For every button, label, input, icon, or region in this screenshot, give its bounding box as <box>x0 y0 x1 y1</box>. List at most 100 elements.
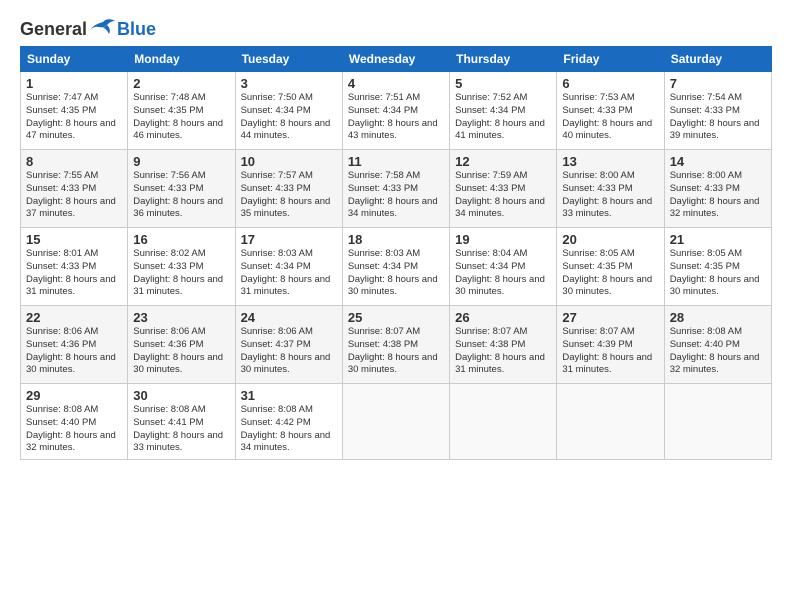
calendar-day-cell <box>557 384 664 460</box>
day-info: Sunrise: 7:54 AMSunset: 4:33 PMDaylight:… <box>670 92 760 141</box>
day-info: Sunrise: 8:00 AMSunset: 4:33 PMDaylight:… <box>670 170 760 219</box>
day-number: 17 <box>241 232 337 247</box>
logo-general-text: General <box>20 19 87 40</box>
calendar-day-cell: 17 Sunrise: 8:03 AMSunset: 4:34 PMDaylig… <box>235 228 342 306</box>
page-container: General Blue SundayMondayTuesdayWednesda… <box>0 0 792 470</box>
day-info: Sunrise: 8:07 AMSunset: 4:38 PMDaylight:… <box>348 326 438 375</box>
day-info: Sunrise: 8:08 AMSunset: 4:42 PMDaylight:… <box>241 404 331 453</box>
day-number: 11 <box>348 154 444 169</box>
day-number: 2 <box>133 76 229 91</box>
calendar-day-cell: 3 Sunrise: 7:50 AMSunset: 4:34 PMDayligh… <box>235 72 342 150</box>
day-info: Sunrise: 8:02 AMSunset: 4:33 PMDaylight:… <box>133 248 223 297</box>
calendar-day-cell: 27 Sunrise: 8:07 AMSunset: 4:39 PMDaylig… <box>557 306 664 384</box>
day-number: 8 <box>26 154 122 169</box>
calendar-day-cell: 10 Sunrise: 7:57 AMSunset: 4:33 PMDaylig… <box>235 150 342 228</box>
calendar-day-cell: 6 Sunrise: 7:53 AMSunset: 4:33 PMDayligh… <box>557 72 664 150</box>
calendar-header-row: SundayMondayTuesdayWednesdayThursdayFrid… <box>21 47 772 72</box>
day-info: Sunrise: 7:56 AMSunset: 4:33 PMDaylight:… <box>133 170 223 219</box>
calendar-day-cell: 9 Sunrise: 7:56 AMSunset: 4:33 PMDayligh… <box>128 150 235 228</box>
calendar-header-cell: Wednesday <box>342 47 449 72</box>
day-number: 26 <box>455 310 551 325</box>
day-number: 20 <box>562 232 658 247</box>
calendar-table: SundayMondayTuesdayWednesdayThursdayFrid… <box>20 46 772 460</box>
calendar-day-cell: 1 Sunrise: 7:47 AMSunset: 4:35 PMDayligh… <box>21 72 128 150</box>
day-number: 3 <box>241 76 337 91</box>
day-number: 5 <box>455 76 551 91</box>
calendar-header-cell: Thursday <box>450 47 557 72</box>
calendar-header-cell: Sunday <box>21 47 128 72</box>
calendar-day-cell: 24 Sunrise: 8:06 AMSunset: 4:37 PMDaylig… <box>235 306 342 384</box>
day-number: 4 <box>348 76 444 91</box>
day-number: 10 <box>241 154 337 169</box>
day-info: Sunrise: 8:06 AMSunset: 4:36 PMDaylight:… <box>26 326 116 375</box>
day-number: 1 <box>26 76 122 91</box>
calendar-day-cell: 12 Sunrise: 7:59 AMSunset: 4:33 PMDaylig… <box>450 150 557 228</box>
logo: General Blue <box>20 18 156 40</box>
day-number: 13 <box>562 154 658 169</box>
day-number: 18 <box>348 232 444 247</box>
day-number: 27 <box>562 310 658 325</box>
calendar-day-cell: 11 Sunrise: 7:58 AMSunset: 4:33 PMDaylig… <box>342 150 449 228</box>
calendar-day-cell <box>450 384 557 460</box>
calendar-day-cell: 16 Sunrise: 8:02 AMSunset: 4:33 PMDaylig… <box>128 228 235 306</box>
day-info: Sunrise: 8:04 AMSunset: 4:34 PMDaylight:… <box>455 248 545 297</box>
calendar-day-cell: 20 Sunrise: 8:05 AMSunset: 4:35 PMDaylig… <box>557 228 664 306</box>
calendar-day-cell: 23 Sunrise: 8:06 AMSunset: 4:36 PMDaylig… <box>128 306 235 384</box>
day-info: Sunrise: 8:08 AMSunset: 4:40 PMDaylight:… <box>670 326 760 375</box>
day-info: Sunrise: 8:00 AMSunset: 4:33 PMDaylight:… <box>562 170 652 219</box>
day-info: Sunrise: 8:05 AMSunset: 4:35 PMDaylight:… <box>562 248 652 297</box>
day-info: Sunrise: 7:47 AMSunset: 4:35 PMDaylight:… <box>26 92 116 141</box>
day-info: Sunrise: 8:01 AMSunset: 4:33 PMDaylight:… <box>26 248 116 297</box>
logo-blue-text: Blue <box>117 19 156 40</box>
calendar-day-cell: 19 Sunrise: 8:04 AMSunset: 4:34 PMDaylig… <box>450 228 557 306</box>
calendar-day-cell: 30 Sunrise: 8:08 AMSunset: 4:41 PMDaylig… <box>128 384 235 460</box>
calendar-day-cell: 14 Sunrise: 8:00 AMSunset: 4:33 PMDaylig… <box>664 150 771 228</box>
day-info: Sunrise: 7:50 AMSunset: 4:34 PMDaylight:… <box>241 92 331 141</box>
calendar-day-cell: 25 Sunrise: 8:07 AMSunset: 4:38 PMDaylig… <box>342 306 449 384</box>
day-info: Sunrise: 7:53 AMSunset: 4:33 PMDaylight:… <box>562 92 652 141</box>
calendar-day-cell <box>342 384 449 460</box>
day-number: 29 <box>26 388 122 403</box>
day-info: Sunrise: 8:07 AMSunset: 4:39 PMDaylight:… <box>562 326 652 375</box>
calendar-day-cell: 22 Sunrise: 8:06 AMSunset: 4:36 PMDaylig… <box>21 306 128 384</box>
day-info: Sunrise: 8:08 AMSunset: 4:41 PMDaylight:… <box>133 404 223 453</box>
day-number: 16 <box>133 232 229 247</box>
day-info: Sunrise: 7:52 AMSunset: 4:34 PMDaylight:… <box>455 92 545 141</box>
calendar-day-cell <box>664 384 771 460</box>
day-number: 19 <box>455 232 551 247</box>
calendar-day-cell: 28 Sunrise: 8:08 AMSunset: 4:40 PMDaylig… <box>664 306 771 384</box>
day-info: Sunrise: 7:57 AMSunset: 4:33 PMDaylight:… <box>241 170 331 219</box>
day-number: 9 <box>133 154 229 169</box>
calendar-day-cell: 4 Sunrise: 7:51 AMSunset: 4:34 PMDayligh… <box>342 72 449 150</box>
day-number: 28 <box>670 310 766 325</box>
day-number: 23 <box>133 310 229 325</box>
calendar-day-cell: 13 Sunrise: 8:00 AMSunset: 4:33 PMDaylig… <box>557 150 664 228</box>
calendar-day-cell: 2 Sunrise: 7:48 AMSunset: 4:35 PMDayligh… <box>128 72 235 150</box>
day-number: 22 <box>26 310 122 325</box>
day-number: 30 <box>133 388 229 403</box>
day-number: 15 <box>26 232 122 247</box>
calendar-day-cell: 21 Sunrise: 8:05 AMSunset: 4:35 PMDaylig… <box>664 228 771 306</box>
day-info: Sunrise: 8:05 AMSunset: 4:35 PMDaylight:… <box>670 248 760 297</box>
day-info: Sunrise: 8:08 AMSunset: 4:40 PMDaylight:… <box>26 404 116 453</box>
calendar-day-cell: 8 Sunrise: 7:55 AMSunset: 4:33 PMDayligh… <box>21 150 128 228</box>
day-number: 25 <box>348 310 444 325</box>
calendar-header-cell: Friday <box>557 47 664 72</box>
header: General Blue <box>20 18 772 40</box>
calendar-header-cell: Monday <box>128 47 235 72</box>
day-info: Sunrise: 8:06 AMSunset: 4:37 PMDaylight:… <box>241 326 331 375</box>
calendar-day-cell: 18 Sunrise: 8:03 AMSunset: 4:34 PMDaylig… <box>342 228 449 306</box>
day-info: Sunrise: 7:59 AMSunset: 4:33 PMDaylight:… <box>455 170 545 219</box>
calendar-day-cell: 7 Sunrise: 7:54 AMSunset: 4:33 PMDayligh… <box>664 72 771 150</box>
day-info: Sunrise: 7:51 AMSunset: 4:34 PMDaylight:… <box>348 92 438 141</box>
day-info: Sunrise: 8:07 AMSunset: 4:38 PMDaylight:… <box>455 326 545 375</box>
day-number: 7 <box>670 76 766 91</box>
day-number: 24 <box>241 310 337 325</box>
logo-bird-icon <box>89 18 117 40</box>
calendar-day-cell: 31 Sunrise: 8:08 AMSunset: 4:42 PMDaylig… <box>235 384 342 460</box>
day-number: 21 <box>670 232 766 247</box>
day-info: Sunrise: 8:03 AMSunset: 4:34 PMDaylight:… <box>348 248 438 297</box>
day-info: Sunrise: 7:55 AMSunset: 4:33 PMDaylight:… <box>26 170 116 219</box>
calendar-day-cell: 5 Sunrise: 7:52 AMSunset: 4:34 PMDayligh… <box>450 72 557 150</box>
day-number: 14 <box>670 154 766 169</box>
